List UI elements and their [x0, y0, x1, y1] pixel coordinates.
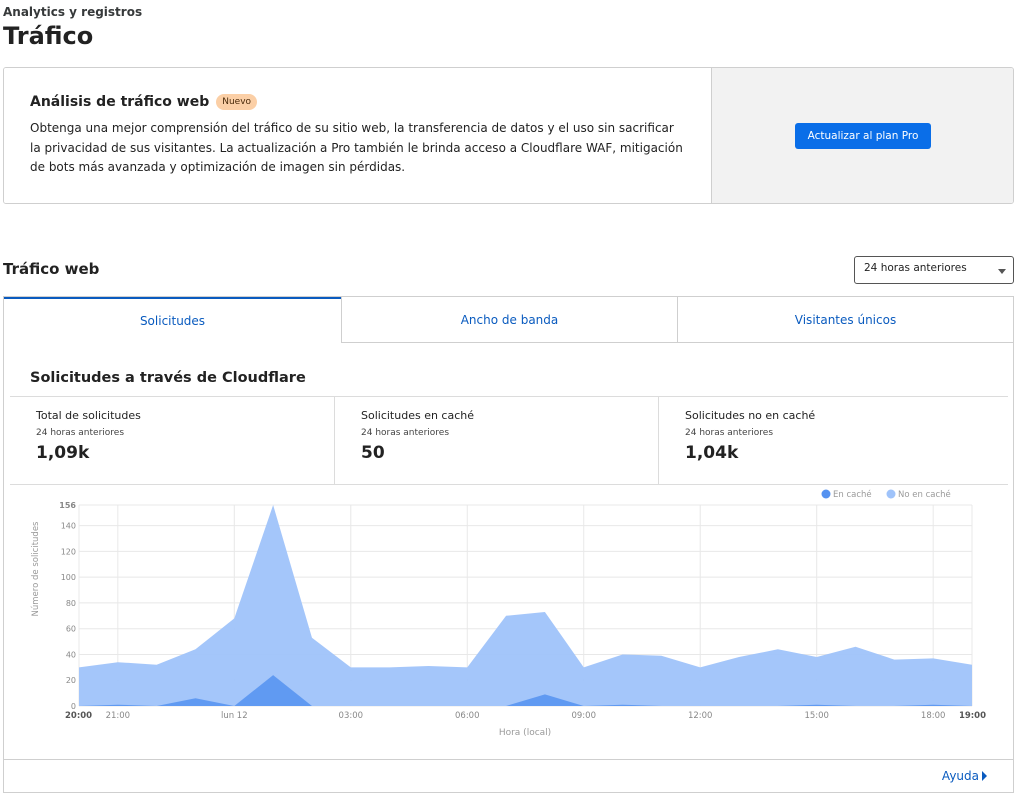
- x-tick-label: 03:00: [339, 711, 364, 721]
- page-title: Tráfico: [3, 22, 94, 50]
- chart-title: Solicitudes a través de Cloudflare: [30, 370, 306, 386]
- promo-description: Obtenga una mejor comprensión del tráfic…: [30, 121, 683, 174]
- x-axis-title: Hora (local): [499, 728, 551, 738]
- promo-action-area: Actualizar al plan Pro: [711, 68, 1013, 203]
- y-tick-label: 0: [71, 702, 76, 711]
- stat-label: Solicitudes no en caché: [685, 409, 816, 422]
- stat-value: 1,09k: [36, 443, 90, 463]
- stat-period: 24 horas anteriores: [685, 428, 774, 438]
- legend-swatch: [821, 489, 831, 499]
- stat-total-requests: Total de solicitudes 24 horas anteriores…: [10, 397, 334, 484]
- x-tick-label: 19:00: [959, 711, 986, 721]
- stat-cached-requests: Solicitudes en caché 24 horas anteriores…: [334, 397, 658, 484]
- stat-uncached-requests: Solicitudes no en caché 24 horas anterio…: [658, 397, 1008, 484]
- y-tick-label: 20: [66, 676, 76, 685]
- x-tick-label: 15:00: [804, 711, 829, 721]
- new-badge: Nuevo: [216, 94, 258, 110]
- caret-right-icon: [982, 771, 987, 781]
- stat-value: 1,04k: [685, 443, 739, 463]
- stat-period: 24 horas anteriores: [361, 428, 450, 438]
- tab-requests[interactable]: Solicitudes: [4, 297, 341, 343]
- y-tick-label: 140: [61, 522, 76, 531]
- time-range-value: 24 horas anteriores: [864, 262, 967, 274]
- legend-label: En caché: [833, 489, 872, 500]
- y-tick-label: 100: [61, 573, 76, 582]
- promo-content: Análisis de tráfico web Nuevo Obtenga un…: [4, 68, 711, 203]
- breadcrumb: Analytics y registros: [3, 5, 143, 19]
- y-tick-label: 80: [66, 599, 76, 608]
- help-footer: Ayuda: [4, 759, 1013, 792]
- legend-swatch: [886, 489, 896, 499]
- upgrade-promo-card: Análisis de tráfico web Nuevo Obtenga un…: [3, 67, 1014, 204]
- x-tick-label: lun 12: [221, 711, 248, 721]
- chart-legend: En caché No en caché: [821, 489, 951, 500]
- y-tick-label: 120: [61, 547, 76, 556]
- tab-bandwidth[interactable]: Ancho de banda: [341, 297, 677, 343]
- y-tick-label: 40: [66, 650, 76, 659]
- y-tick-label: 60: [66, 625, 76, 634]
- stat-label: Total de solicitudes: [36, 409, 141, 422]
- stats-row: Total de solicitudes 24 horas anteriores…: [10, 396, 1008, 485]
- upgrade-pro-button[interactable]: Actualizar al plan Pro: [795, 123, 931, 149]
- x-tick-label: 20:00: [65, 711, 92, 721]
- y-axis-title: Número de solicitudes: [31, 521, 41, 617]
- stat-label: Solicitudes en caché: [361, 409, 475, 422]
- x-tick-label: 18:00: [921, 711, 946, 721]
- x-tick-label: 06:00: [455, 711, 480, 721]
- x-tick-label: 09:00: [571, 711, 596, 721]
- traffic-panel: Solicitudes Ancho de banda Visitantes ún…: [3, 296, 1014, 793]
- stat-period: 24 horas anteriores: [36, 428, 125, 438]
- x-tick-label: 12:00: [688, 711, 713, 721]
- requests-area-chart: 0 20 40 60 80 100 120 140 156 20:00 21:00 lun 12 03:…: [31, 489, 986, 738]
- section-title: Tráfico web: [3, 260, 100, 278]
- legend-label: No en caché: [898, 489, 951, 500]
- help-label: Ayuda: [941, 769, 979, 783]
- y-tick-label: 156: [59, 501, 76, 510]
- traffic-tabs: Solicitudes Ancho de banda Visitantes ún…: [4, 297, 1013, 343]
- chevron-down-icon: [998, 269, 1006, 274]
- uncached-requests-area: [79, 505, 972, 706]
- x-tick-label: 21:00: [106, 711, 131, 721]
- tab-unique-visitors[interactable]: Visitantes únicos: [677, 297, 1013, 343]
- promo-heading: Análisis de tráfico web Nuevo: [30, 94, 685, 110]
- stat-value: 50: [361, 443, 385, 463]
- time-range-select[interactable]: 24 horas anteriores: [854, 256, 1014, 284]
- help-link[interactable]: Ayuda: [942, 769, 987, 783]
- promo-title: Análisis de tráfico web: [30, 94, 210, 110]
